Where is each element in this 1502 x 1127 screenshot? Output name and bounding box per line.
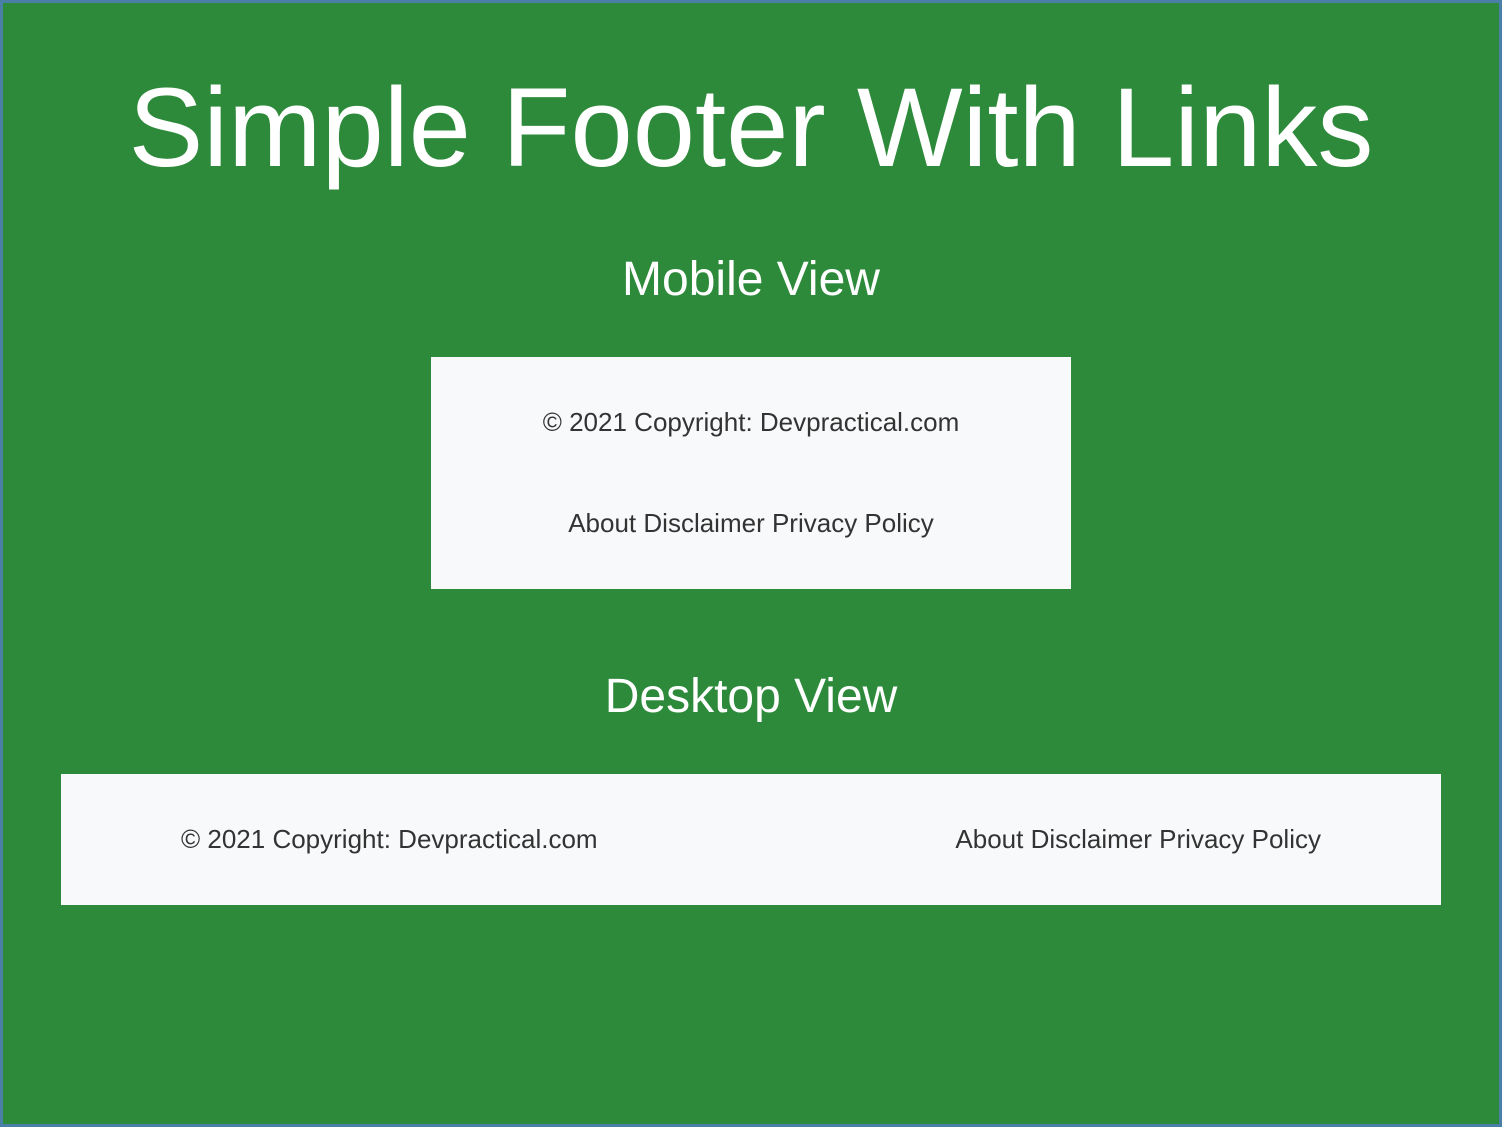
desktop-privacy-link[interactable]: Privacy Policy bbox=[1159, 824, 1321, 854]
mobile-view-heading: Mobile View bbox=[622, 252, 880, 307]
desktop-footer-links: About Disclaimer Privacy Policy bbox=[955, 824, 1321, 855]
desktop-footer-container: © 2021 Copyright: Devpractical.com About… bbox=[61, 774, 1441, 905]
desktop-disclaimer-link[interactable]: Disclaimer bbox=[1031, 824, 1152, 854]
mobile-footer-container: © 2021 Copyright: Devpractical.com About… bbox=[431, 357, 1071, 589]
mobile-footer-links: About Disclaimer Privacy Policy bbox=[568, 508, 934, 539]
desktop-copyright-text: © 2021 Copyright: Devpractical.com bbox=[181, 824, 598, 855]
page-title: Simple Footer With Links bbox=[129, 63, 1374, 192]
desktop-view-heading: Desktop View bbox=[605, 669, 898, 724]
mobile-copyright-text: © 2021 Copyright: Devpractical.com bbox=[543, 407, 960, 438]
mobile-about-link[interactable]: About bbox=[568, 508, 636, 538]
mobile-privacy-link[interactable]: Privacy Policy bbox=[772, 508, 934, 538]
mobile-disclaimer-link[interactable]: Disclaimer bbox=[643, 508, 764, 538]
desktop-about-link[interactable]: About bbox=[955, 824, 1023, 854]
